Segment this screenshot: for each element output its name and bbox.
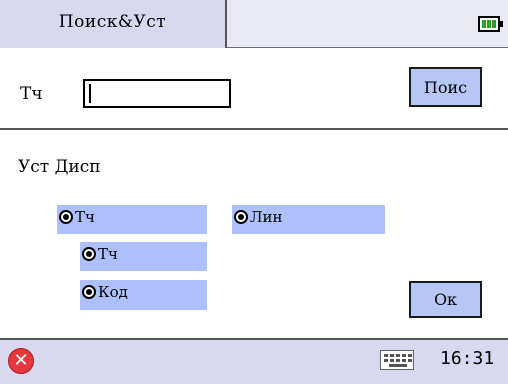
radio-point[interactable]: Тч: [57, 205, 207, 234]
section-label: Уст Дисп: [18, 157, 101, 177]
radio-selected-icon: [59, 210, 73, 224]
title-tab: Поиск&Уст: [0, 0, 227, 48]
divider: [0, 128, 508, 130]
radio-label: Тч: [98, 245, 118, 263]
clock: 16:31: [440, 348, 495, 369]
search-input[interactable]: [83, 79, 231, 108]
ok-button[interactable]: Ок: [409, 281, 482, 318]
radio-line[interactable]: Лин: [232, 205, 385, 234]
search-label: Тч: [20, 84, 43, 104]
taskbar: [0, 338, 508, 384]
radio-code[interactable]: Код: [80, 280, 207, 310]
search-button[interactable]: Поис: [409, 67, 482, 107]
radio-label: Тч: [75, 208, 95, 226]
keyboard-icon[interactable]: [380, 350, 414, 370]
radio-point-sub[interactable]: Тч: [80, 242, 207, 271]
radio-selected-icon: [82, 285, 96, 299]
radio-label: Код: [98, 283, 128, 301]
page-title: Поиск&Уст: [58, 12, 167, 32]
battery-icon: [478, 16, 503, 32]
radio-selected-icon: [234, 210, 248, 224]
radio-selected-icon: [82, 247, 96, 261]
close-icon[interactable]: ✕: [8, 348, 34, 374]
radio-label: Лин: [250, 208, 283, 226]
